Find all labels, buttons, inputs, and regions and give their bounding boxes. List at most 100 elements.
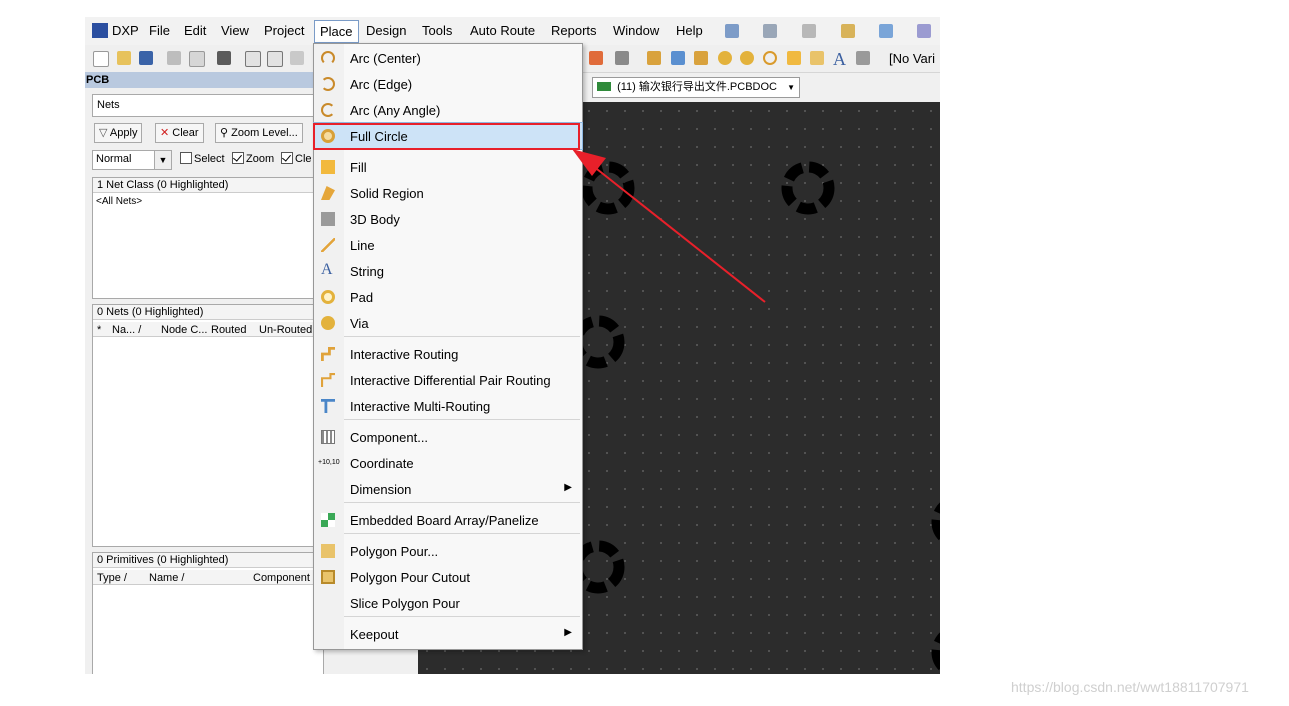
menu-file[interactable]: File [149,23,170,38]
document-tab[interactable]: (11) 输次银行导出文件.PCBDOC ▼ [592,77,800,98]
menu-item-solid-region[interactable]: Solid Region [314,180,582,206]
column-component[interactable]: Component [253,571,310,585]
inspect-icon[interactable] [615,51,629,65]
menu-item-label: Arc (Edge) [350,77,413,92]
board-hole-marker [781,161,835,215]
menu-item-pad[interactable]: Pad [314,284,582,310]
multi-route-tb-icon[interactable] [671,51,685,65]
column-routed[interactable]: Routed [211,323,246,337]
menu-item-arc-any-angle[interactable]: Arc (Any Angle) [314,97,582,123]
open-folder-icon[interactable] [117,51,131,65]
column-type[interactable]: Type / [97,571,127,585]
new-document-icon[interactable] [93,51,109,67]
board-hole-marker [571,540,625,594]
menu-tools[interactable]: Tools [422,23,452,38]
polygon-tb-icon[interactable] [810,51,824,65]
pad-icon [321,290,335,304]
column-unrouted[interactable]: Un-Routed [259,323,312,337]
menu-place[interactable]: Place [314,20,359,43]
apply-button[interactable]: ▽ Apply [94,123,143,143]
menu-item-arc-edge[interactable]: Arc (Edge) [314,71,582,97]
zoom-checkbox[interactable]: Zoom [232,152,274,165]
list-item[interactable]: <All Nets> [96,196,142,207]
menu-project[interactable]: Project [264,23,304,38]
chevron-down-icon[interactable]: ▼ [787,78,795,97]
menu-item-label: Component... [350,430,429,445]
clear-button[interactable]: ✕ Clear [155,123,204,143]
menu-design[interactable]: Design [366,23,406,38]
clear-existing-checkbox[interactable]: Cle [281,152,312,165]
menu-item-3d-body[interactable]: 3D Body [314,206,582,232]
column-star[interactable]: * [97,323,101,337]
select-label: Select [194,153,225,165]
menu-item-interactive-routing[interactable]: Interactive Routing [314,341,582,367]
menu-item-dimension[interactable]: Dimension ▶ [314,476,582,502]
menu-item-coordinate[interactable]: +10,10 Coordinate [314,450,582,476]
submenu-arrow-icon: ▶ [564,482,572,493]
nets-list[interactable]: 0 Nets (0 Highlighted) * Na... / Node C.… [92,304,327,547]
primitives-list[interactable]: 0 Primitives (0 Highlighted) Type / Name… [92,552,327,674]
arc-tb-icon[interactable] [763,51,777,65]
menu-item-via[interactable]: Via [314,310,582,336]
select-checkbox[interactable]: Select [180,152,225,165]
panel-mode-value: Nets [97,99,120,111]
via-tb-icon[interactable] [740,51,754,65]
print-preview-icon[interactable] [189,51,205,67]
column-node-count[interactable]: Node C... [161,323,207,337]
window-icon[interactable] [879,24,893,38]
string-tb-icon[interactable]: A [833,49,846,70]
menu-window[interactable]: Window [613,23,659,38]
diff-pair-tb-icon[interactable] [694,51,708,65]
chevron-down-icon[interactable]: ▼ [154,151,171,169]
column-primitive-name[interactable]: Name / [149,571,184,585]
grid-icon[interactable] [917,24,931,38]
menu-item-fill[interactable]: Fill [314,154,582,180]
layer-stack-icon[interactable] [763,24,777,38]
route-tb-icon[interactable] [647,51,661,65]
variant-selector[interactable]: [No Vari [889,51,935,66]
menu-item-keepout[interactable]: Keepout ▶ [314,621,582,647]
menu-item-label: Line [350,238,375,253]
menu-item-polygon-pour[interactable]: Polygon Pour... [314,538,582,564]
zoom-area-icon[interactable] [267,51,283,67]
net-class-list[interactable]: 1 Net Class (0 Highlighted) <All Nets> [92,177,327,299]
menu-separator [344,616,580,617]
menu-help[interactable]: Help [676,23,703,38]
pad-tb-icon[interactable] [718,51,732,65]
menu-item-slice-polygon[interactable]: Slice Polygon Pour [314,590,582,616]
zoom-level-button[interactable]: ⚲ Zoom Level... [215,123,303,143]
zoom-fit-icon[interactable] [245,51,261,67]
component-tb-icon[interactable] [856,51,870,65]
chart-icon[interactable] [725,24,739,38]
menu-item-label: Solid Region [350,186,424,201]
menu-reports[interactable]: Reports [551,23,597,38]
menu-item-diff-pair-routing[interactable]: Interactive Differential Pair Routing [314,367,582,393]
print-icon[interactable] [167,51,181,65]
submenu-arrow-icon: ▶ [564,627,572,638]
layer-icon[interactable] [217,51,231,65]
net-inspector-icon[interactable] [802,24,816,38]
arc-any-angle-icon [321,103,335,117]
menu-item-multi-routing[interactable]: Interactive Multi-Routing [314,393,582,419]
menu-item-line[interactable]: Line [314,232,582,258]
ruler-icon[interactable] [841,24,855,38]
column-name[interactable]: Na... / [112,323,141,337]
fill-icon [321,160,335,174]
dxp-logo-icon[interactable] [92,23,108,38]
menu-edit[interactable]: Edit [184,23,206,38]
menu-item-board-array[interactable]: Embedded Board Array/Panelize [314,507,582,533]
string-icon: A [321,261,333,278]
menu-item-string[interactable]: A String [314,258,582,284]
menu-item-arc-center[interactable]: Arc (Center) [314,45,582,71]
panel-mode-select[interactable]: Nets [92,94,324,117]
menu-auto-route[interactable]: Auto Route [470,23,535,38]
save-icon[interactable] [139,51,153,65]
pencil-icon[interactable] [589,51,603,65]
mask-mode-select[interactable]: Normal ▼ [92,150,172,170]
fill-tb-icon[interactable] [787,51,801,65]
menu-view[interactable]: View [221,23,249,38]
menu-item-polygon-cutout[interactable]: Polygon Pour Cutout [314,564,582,590]
menu-dxp[interactable]: DXP [112,23,139,38]
zoom-selected-icon[interactable] [290,51,304,65]
menu-item-component[interactable]: Component... [314,424,582,450]
